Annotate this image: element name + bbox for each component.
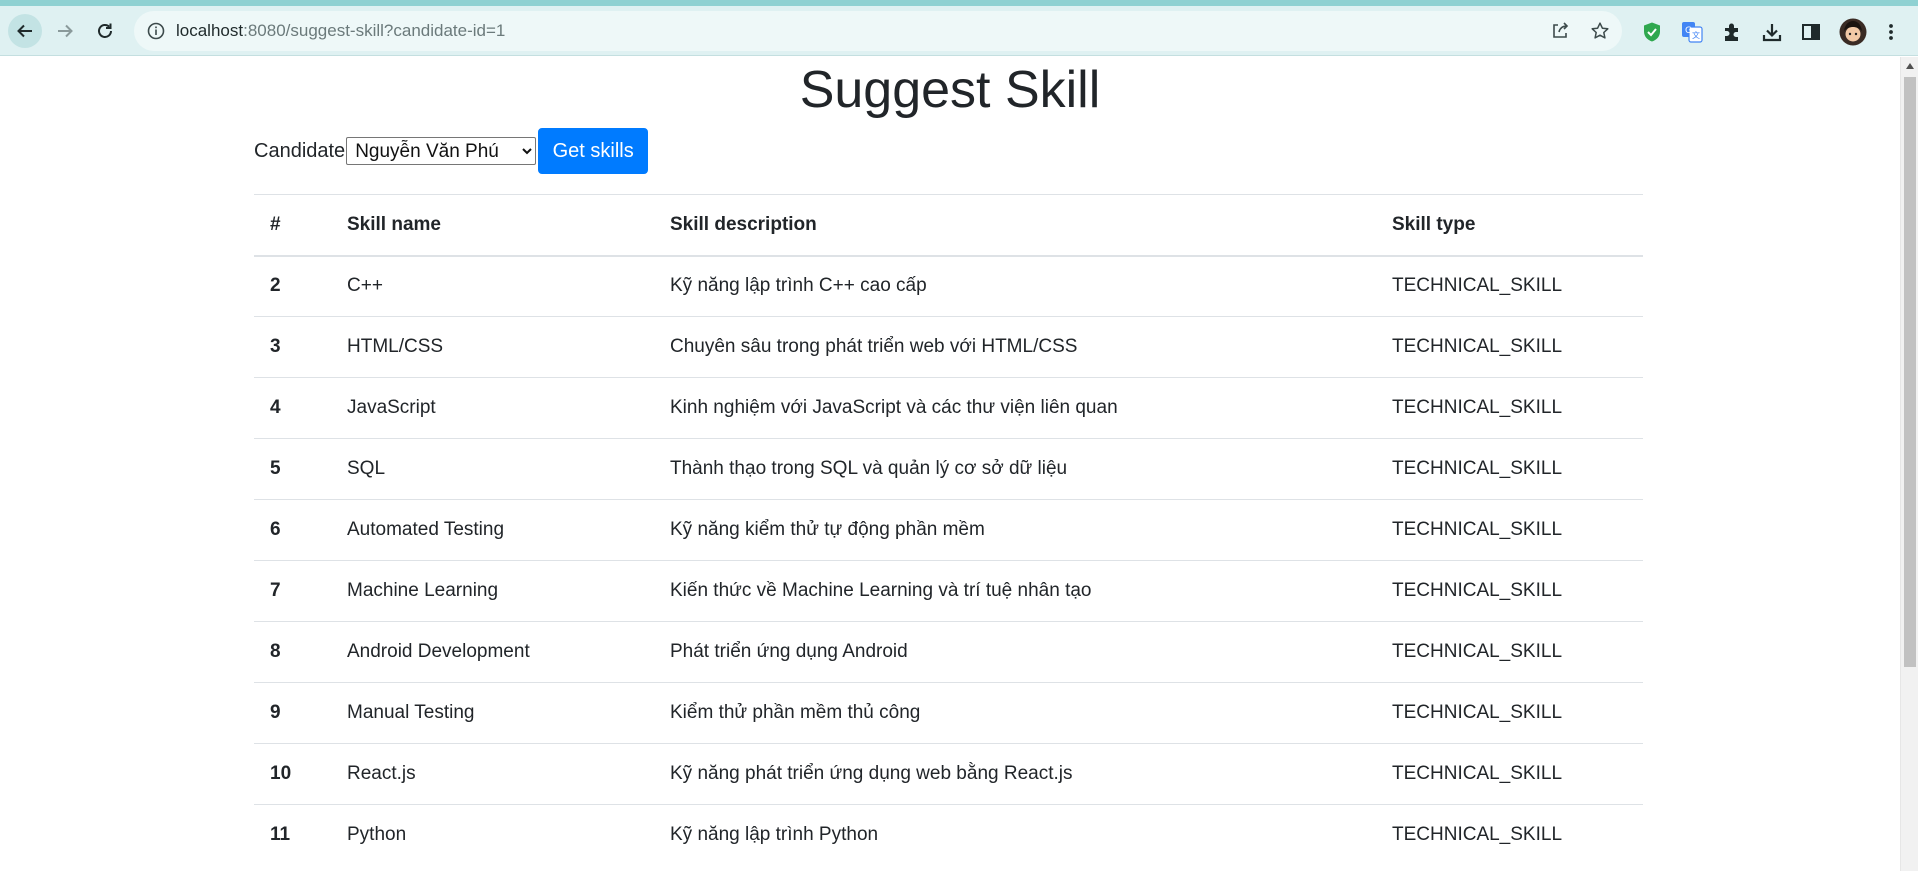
cell-index: 5 <box>254 438 331 500</box>
cell-skill-type: TECHNICAL_SKILL <box>1376 438 1643 500</box>
get-skills-button[interactable]: Get skills <box>538 128 649 174</box>
table-row: 7 Machine Learning Kiến thức về Machine … <box>254 560 1643 622</box>
cell-skill-description: Kỹ năng lập trình C++ cao cấp <box>654 255 1376 317</box>
candidate-form: Candidate Nguyễn Văn Phú Get skills <box>254 128 649 174</box>
cell-skill-description: Kiểm thử phần mềm thủ công <box>654 682 1376 744</box>
page-scrollbar[interactable] <box>1900 57 1918 871</box>
cell-index: 4 <box>254 377 331 439</box>
cell-skill-name: SQL <box>331 438 654 500</box>
back-icon <box>17 24 32 38</box>
table-row: 4 JavaScript Kinh nghiệm với JavaScript … <box>254 377 1643 439</box>
cell-skill-description: Kỹ năng lập trình Python <box>654 804 1376 866</box>
shield-extension-icon[interactable] <box>1641 21 1663 43</box>
svg-text:文: 文 <box>1692 30 1700 40</box>
cell-skill-name: HTML/CSS <box>331 316 654 378</box>
cell-skill-name: React.js <box>331 743 654 805</box>
cell-skill-description: Phát triển ứng dụng Android <box>654 621 1376 683</box>
puzzle-extensions-icon[interactable] <box>1721 21 1743 43</box>
table-row: 9 Manual Testing Kiểm thử phần mềm thủ c… <box>254 682 1643 744</box>
table-row: 5 SQL Thành thạo trong SQL và quản lý cơ… <box>254 438 1643 500</box>
cell-skill-name: Python <box>331 804 654 866</box>
cell-skill-type: TECHNICAL_SKILL <box>1376 743 1643 805</box>
cell-index: 9 <box>254 682 331 744</box>
page-title: Suggest Skill <box>799 61 1101 119</box>
cell-index: 7 <box>254 560 331 622</box>
cell-index: 10 <box>254 743 331 805</box>
cell-skill-description: Kỹ năng phát triển ứng dụng web bằng Rea… <box>654 743 1376 805</box>
cell-skill-type: TECHNICAL_SKILL <box>1376 682 1643 744</box>
candidate-select[interactable]: Nguyễn Văn Phú <box>346 137 537 165</box>
table-header-row: # Skill name Skill description Skill typ… <box>254 194 1643 257</box>
table-row: 8 Android Development Phát triển ứng dụn… <box>254 621 1643 683</box>
download-icon[interactable] <box>1761 21 1783 43</box>
forward-button[interactable] <box>48 14 82 48</box>
header-skill-type: Skill type <box>1376 194 1643 257</box>
header-skill-description: Skill description <box>654 194 1376 257</box>
cell-skill-type: TECHNICAL_SKILL <box>1376 499 1643 561</box>
star-icon[interactable] <box>1590 21 1610 41</box>
browser-toolbar: localhost:8080/suggest-skill?candidate-i… <box>0 6 1918 56</box>
candidate-label: Candidate <box>254 139 346 162</box>
forward-icon <box>58 24 73 38</box>
cell-skill-name: Machine Learning <box>331 560 654 622</box>
table-row: 2 C++ Kỹ năng lập trình C++ cao cấp TECH… <box>254 255 1643 317</box>
header-skill-name: Skill name <box>331 194 654 257</box>
url-host: localhost <box>176 21 244 40</box>
cell-skill-description: Thành thạo trong SQL và quản lý cơ sở dữ… <box>654 438 1376 500</box>
back-button[interactable] <box>8 14 42 48</box>
table-row: 6 Automated Testing Kỹ năng kiểm thử tự … <box>254 499 1643 561</box>
cell-skill-name: Android Development <box>331 621 654 683</box>
cell-skill-type: TECHNICAL_SKILL <box>1376 560 1643 622</box>
cell-skill-description: Kiến thức về Machine Learning và trí tuệ… <box>654 560 1376 622</box>
scroll-thumb[interactable] <box>1904 77 1916 667</box>
cell-index: 8 <box>254 621 331 683</box>
cell-skill-description: Kỹ năng kiểm thử tự động phần mềm <box>654 499 1376 561</box>
url-text[interactable]: localhost:8080/suggest-skill?candidate-i… <box>176 21 505 41</box>
cell-skill-type: TECHNICAL_SKILL <box>1376 804 1643 866</box>
cell-index: 11 <box>254 804 331 866</box>
svg-text:G: G <box>1685 26 1692 36</box>
side-panel-icon[interactable] <box>1800 21 1822 43</box>
address-bar[interactable]: localhost:8080/suggest-skill?candidate-i… <box>134 11 1622 51</box>
cell-index: 3 <box>254 316 331 378</box>
cell-skill-type: TECHNICAL_SKILL <box>1376 621 1643 683</box>
table-row: 11 Python Kỹ năng lập trình Python TECHN… <box>254 804 1643 866</box>
table-row: 3 HTML/CSS Chuyên sâu trong phát triển w… <box>254 316 1643 378</box>
reload-icon <box>98 23 112 38</box>
share-icon[interactable] <box>1550 21 1570 41</box>
cell-skill-name: JavaScript <box>331 377 654 439</box>
scroll-up-arrow-icon[interactable] <box>1901 57 1918 74</box>
table-row: 10 React.js Kỹ năng phát triển ứng dụng … <box>254 743 1643 805</box>
cell-skill-name: Manual Testing <box>331 682 654 744</box>
url-path: :8080/suggest-skill?candidate-id=1 <box>243 21 506 40</box>
info-icon[interactable] <box>146 21 166 41</box>
reload-button[interactable] <box>88 14 122 48</box>
cell-skill-name: Automated Testing <box>331 499 654 561</box>
profile-avatar[interactable] <box>1839 18 1867 46</box>
header-index: # <box>254 194 331 257</box>
cell-index: 6 <box>254 499 331 561</box>
cell-skill-name: C++ <box>331 255 654 317</box>
menu-icon[interactable] <box>1880 21 1902 43</box>
cell-skill-type: TECHNICAL_SKILL <box>1376 316 1643 378</box>
cell-skill-type: TECHNICAL_SKILL <box>1376 255 1643 317</box>
skills-table: # Skill name Skill description Skill typ… <box>254 194 1643 866</box>
translate-extension-icon[interactable]: G文 <box>1681 21 1703 43</box>
cell-skill-description: Kinh nghiệm với JavaScript và các thư vi… <box>654 377 1376 439</box>
cell-index: 2 <box>254 255 331 317</box>
cell-skill-type: TECHNICAL_SKILL <box>1376 377 1643 439</box>
cell-skill-description: Chuyên sâu trong phát triển web với HTML… <box>654 316 1376 378</box>
